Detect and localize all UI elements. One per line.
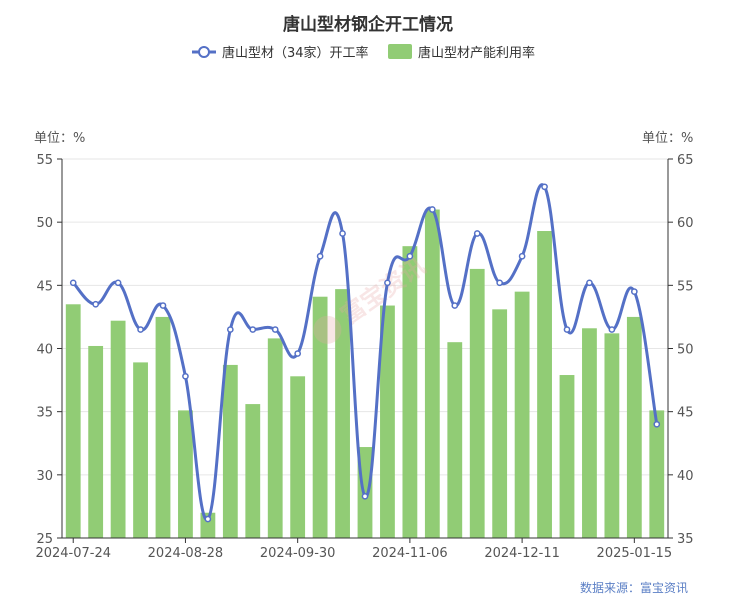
left-axis-tick-label: 55	[36, 153, 53, 168]
legend[interactable]: 唐山型材（34家）开工率 唐山型材产能利用率	[192, 44, 535, 61]
line-point	[473, 230, 481, 237]
source-note: 数据来源：富宝资讯	[580, 580, 688, 595]
x-axis-tick-label: 2025-01-15	[597, 546, 673, 561]
line-point	[249, 326, 257, 333]
bar	[424, 209, 440, 539]
left-axis-tick-label: 25	[36, 532, 53, 547]
right-axis-unit: 单位：%	[642, 131, 693, 146]
bar	[514, 291, 530, 538]
chart-canvas: 唐山型材钢企开工情况 唐山型材（34家）开工率 唐山型材产能利用率 单位：% 单…	[34, 14, 694, 595]
bar	[133, 362, 148, 538]
bar	[559, 375, 575, 538]
line-point	[653, 420, 661, 428]
line-point	[361, 492, 369, 500]
bar	[469, 268, 485, 538]
line-point	[226, 326, 234, 333]
line-point	[608, 326, 616, 333]
right-axis-tick-label: 45	[677, 406, 694, 421]
line-point	[541, 183, 548, 191]
line-point	[586, 279, 593, 287]
left-axis-tick-label: 45	[36, 279, 53, 294]
bar	[245, 404, 261, 538]
legend-item-bar[interactable]: 唐山型材产能利用率	[388, 44, 535, 61]
line-point	[69, 279, 77, 287]
line-point	[406, 252, 414, 260]
legend-label-bar: 唐山型材产能利用率	[418, 45, 535, 61]
line-point	[384, 279, 391, 287]
chart-title: 唐山型材钢企开工情况	[283, 14, 453, 35]
bar	[178, 410, 193, 538]
line-point	[294, 350, 302, 357]
bar	[582, 328, 597, 538]
right-axis-tick-label: 55	[677, 279, 694, 294]
x-axis-tick-label: 2024-07-24	[35, 546, 111, 561]
bar	[626, 316, 642, 538]
bar	[492, 309, 508, 538]
line-point	[496, 279, 504, 287]
bar	[447, 342, 463, 538]
left-axis-tick-label: 30	[36, 469, 53, 484]
bar	[267, 338, 283, 538]
bar	[649, 410, 665, 538]
line-point	[204, 515, 212, 523]
line-point	[159, 302, 167, 309]
bar-series	[65, 209, 665, 539]
line-point	[137, 326, 144, 333]
line-point	[271, 326, 279, 333]
x-axis-tick-label: 2024-08-28	[148, 546, 224, 561]
chart: 唐山型材钢企开工情况 唐山型材（34家）开工率 唐山型材产能利用率 单位：% 单…	[0, 0, 737, 600]
line-point	[451, 302, 459, 309]
bar	[604, 333, 620, 538]
line-point	[316, 252, 324, 260]
bar	[290, 376, 306, 538]
legend-label-line: 唐山型材（34家）开工率	[222, 45, 369, 61]
line-point	[339, 230, 346, 237]
line-point	[92, 300, 100, 308]
line-point	[428, 206, 436, 213]
right-axis-tick-label: 40	[677, 469, 694, 484]
bar	[110, 320, 126, 538]
line-point	[114, 279, 122, 287]
left-axis-tick-label: 40	[36, 343, 53, 358]
line-point	[518, 252, 526, 260]
right-axis-tick-label: 50	[677, 343, 694, 358]
left-axis-unit: 单位：%	[34, 131, 85, 146]
bar	[88, 345, 104, 538]
line-point	[182, 372, 189, 380]
line-point	[563, 326, 571, 333]
legend-item-line[interactable]: 唐山型材（34家）开工率	[192, 45, 369, 61]
bar	[537, 231, 552, 538]
bar	[65, 304, 81, 538]
x-axis-tick-label: 2024-09-30	[260, 546, 336, 561]
x-axis-tick-label: 2024-11-06	[372, 546, 448, 561]
bar	[222, 364, 238, 538]
x-axis-tick-label: 2024-12-11	[484, 546, 560, 561]
right-axis-tick-label: 65	[677, 153, 694, 168]
left-axis-tick-label: 50	[36, 216, 53, 231]
right-axis-tick-label: 60	[677, 216, 694, 231]
bar	[155, 316, 171, 538]
right-axis-tick-label: 35	[677, 532, 694, 547]
left-axis-tick-label: 35	[36, 406, 53, 421]
line-point	[630, 288, 638, 295]
